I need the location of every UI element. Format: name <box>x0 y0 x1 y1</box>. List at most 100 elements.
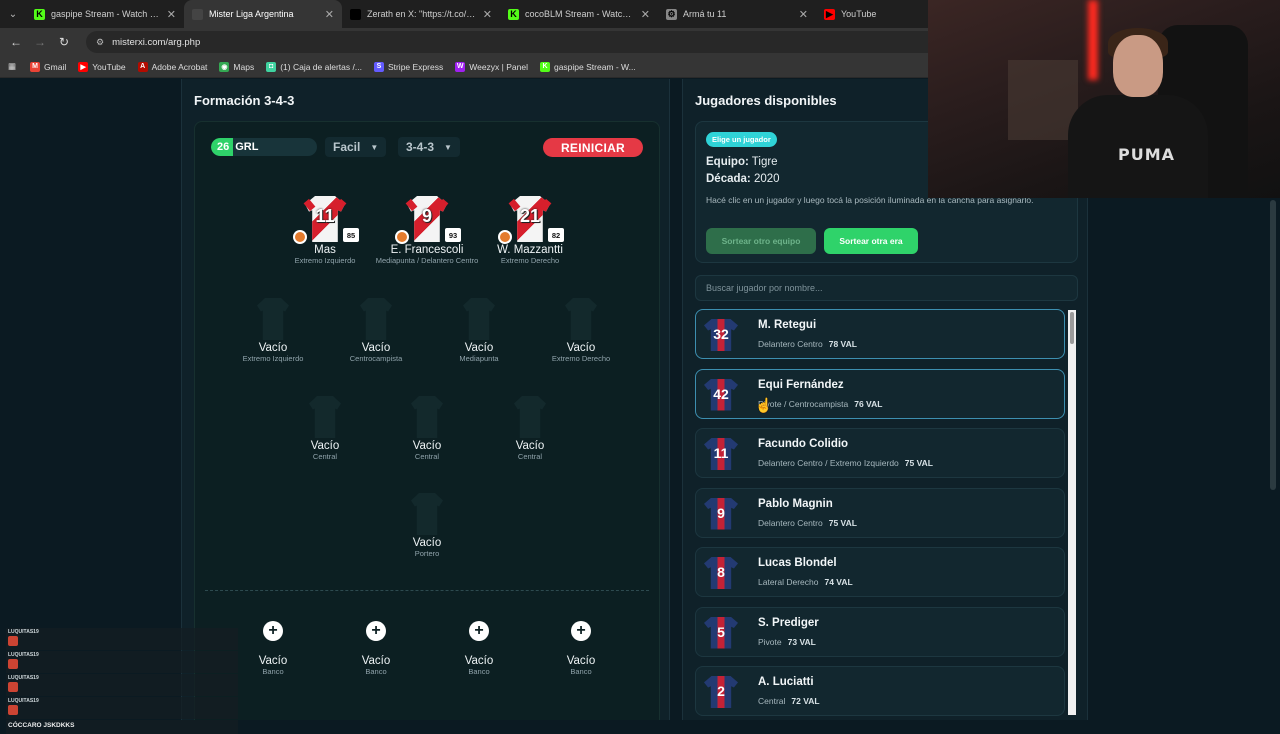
tab-favicon-icon <box>192 8 203 20</box>
pitch-slot[interactable]: Vacío Centrocampista <box>321 298 431 363</box>
difficulty-select[interactable]: Facil ▼ <box>325 137 387 157</box>
forward-icon[interactable]: → <box>28 35 52 49</box>
bench-slot[interactable]: + Vacío Banco <box>526 609 636 676</box>
player-row[interactable]: 2 A. Luciatti Central 72 VAL <box>695 666 1065 716</box>
chat-username: LUQUITAS19 <box>8 698 39 704</box>
bookmark-icon: ▶ <box>78 61 89 72</box>
player-row[interactable]: 5 S. Prediger Pivote 73 VAL <box>695 606 1065 657</box>
apps-icon[interactable]: ▦ <box>8 61 16 72</box>
player-meta: Pivote 73 VAL <box>758 637 816 647</box>
player-row[interactable]: 32 M. Retegui Delantero Centro 78 VAL <box>695 309 1065 359</box>
pitch-slot[interactable]: Vacío Portero <box>372 493 482 558</box>
empty-shirt-icon <box>257 298 289 340</box>
decade-label: Década: <box>706 173 751 185</box>
pitch-slot[interactable]: 9 93 E. Francescoli Mediapunta / Delantero … <box>372 196 482 265</box>
player-name: A. Luciatti <box>758 676 814 688</box>
bookmark-item[interactable]: W Weezyx | Panel <box>455 61 528 72</box>
chat-last-message: CÓCCARO JSKDKKS <box>6 720 238 734</box>
pitch-slot[interactable]: 21 82 W. Mazzantti Extremo Derecho <box>475 196 585 265</box>
reload-icon[interactable]: ↻ <box>52 35 76 49</box>
player-row[interactable]: 8 Lucas Blondel Lateral Derecho 74 VAL <box>695 547 1065 597</box>
player-meta: Delantero Centro 75 VAL <box>758 518 857 528</box>
tab-close-icon[interactable]: ✕ <box>799 8 808 21</box>
slot-name: Vacío <box>464 655 494 667</box>
browser-tab[interactable]: X Zerath en X: "https://t.co/4VGFi ✕ <box>342 0 500 28</box>
player-number: 2 <box>717 683 725 699</box>
difficulty-value: Facil <box>333 140 361 154</box>
pitch-slot[interactable]: 11 85 Mas Extremo Izquierdo <box>270 196 380 265</box>
team-jersey-icon: 32 <box>704 319 738 351</box>
grl-label: GRL <box>235 141 259 153</box>
jersey-icon: 21 82 <box>498 196 564 244</box>
browser-tab[interactable]: KcocoBLM Stream - Watch Live o ✕ <box>500 0 658 28</box>
pitch-slot[interactable]: Vacío Extremo Izquierdo <box>218 298 328 363</box>
player-row[interactable]: 9 Pablo Magnin Delantero Centro 75 VAL <box>695 487 1065 538</box>
pitch-slot[interactable]: Vacío Central <box>372 396 482 461</box>
available-players-title: Jugadores disponibles <box>695 93 837 108</box>
address-bar[interactable]: ⚙ misterxi.com/arg.php <box>86 31 986 53</box>
bookmark-item[interactable]: ◘ (1) Caja de alertas /... <box>266 61 362 72</box>
list-scrollbar[interactable] <box>1068 310 1076 715</box>
slot-name: Vacío <box>412 440 442 452</box>
site-info-icon[interactable]: ⚙ <box>96 37 104 48</box>
tab-close-icon[interactable]: ✕ <box>641 8 650 21</box>
player-position: Central <box>758 696 786 706</box>
team-value: Tigre <box>751 156 778 168</box>
tab-search-icon[interactable]: ⌄ <box>0 0 26 28</box>
bookmark-item[interactable]: M Gmail <box>30 61 66 72</box>
grl-value: 26 <box>211 138 234 156</box>
player-list: 32 M. Retegui Delantero Centro 78 VAL 42 Equi… <box>695 309 1078 720</box>
cam-shirt-logo: PUMA <box>1118 145 1176 164</box>
formation-select[interactable]: 3-4-3 ▼ <box>398 137 460 157</box>
player-value: 75 VAL <box>904 458 933 468</box>
list-scroll-thumb[interactable] <box>1070 312 1074 344</box>
bench-slot[interactable]: + Vacío Banco <box>321 609 431 676</box>
tab-close-icon[interactable]: ✕ <box>325 8 334 21</box>
pitch-slot[interactable]: Vacío Extremo Derecho <box>526 298 636 363</box>
random-era-button[interactable]: Sortear otra era <box>824 228 918 254</box>
reset-button[interactable]: REINICIAR <box>543 138 643 157</box>
player-meta: Delantero Centro / Extremo Izquierdo 75 V… <box>758 458 933 468</box>
browser-tab[interactable]: Mister Liga Argentina ✕ <box>184 0 342 28</box>
pitch-slot[interactable]: Vacío Central <box>270 396 380 461</box>
plus-icon[interactable]: + <box>469 621 489 641</box>
chat-username: LUQUITAS19 <box>8 629 39 635</box>
bookmark-item[interactable]: ◉ Maps <box>219 61 254 72</box>
player-row[interactable]: 11 Facundo Colidio Delantero Centro / Extr… <box>695 428 1065 478</box>
bookmark-label: (1) Caja de alertas /... <box>280 61 362 72</box>
formation-panel: Formación 3-4-3 26 GRL Facil ▼ 3-4-3 ▼ R… <box>181 79 670 720</box>
tab-close-icon[interactable]: ✕ <box>167 8 176 21</box>
bookmark-item[interactable]: A Adobe Acrobat <box>137 61 207 72</box>
page-scrollbar[interactable] <box>1270 200 1276 490</box>
back-icon[interactable]: ← <box>4 35 28 49</box>
player-value: 72 VAL <box>791 696 820 706</box>
bookmark-item[interactable]: Kgaspipe Stream - W... <box>539 61 636 72</box>
plus-icon[interactable]: + <box>366 621 386 641</box>
pitch-slot[interactable]: Vacío Central <box>475 396 585 461</box>
browser-tab[interactable]: Kgaspipe Stream - Watch Live on ✕ <box>26 0 184 28</box>
player-row[interactable]: 42 Equi Fernández Pivote / Centrocampista 7… <box>695 368 1065 419</box>
player-value: 74 VAL <box>824 577 853 587</box>
player-name: S. Prediger <box>758 616 819 629</box>
jersey-icon: 9 93 <box>395 196 461 244</box>
slot-position: Mediapunta <box>459 354 499 363</box>
plus-icon[interactable]: + <box>571 621 591 641</box>
tab-close-icon[interactable]: ✕ <box>483 8 492 21</box>
player-search-input[interactable] <box>695 275 1078 301</box>
bookmark-icon: S <box>373 61 384 72</box>
slot-name: Vacío <box>361 342 391 354</box>
player-number: 8 <box>717 564 725 580</box>
pitch-slot[interactable]: Vacío Mediapunta <box>424 298 534 363</box>
bookmark-item[interactable]: S Stripe Express <box>373 61 443 72</box>
plus-icon[interactable]: + <box>263 621 283 641</box>
slot-position: Banco <box>365 667 387 676</box>
player-name: Lucas Blondel <box>758 557 837 569</box>
player-meta: Delantero Centro 78 VAL <box>758 339 857 349</box>
random-team-button[interactable]: Sortear otro equipo <box>706 228 816 254</box>
browser-tab[interactable]: ⚙ Armá tu 11 ✕ <box>658 0 816 28</box>
emote-icon <box>8 682 18 692</box>
bookmark-label: YouTube <box>92 61 126 72</box>
bench-slot[interactable]: + Vacío Banco <box>424 609 534 676</box>
bookmark-item[interactable]: ▶ YouTube <box>78 61 126 72</box>
slot-position: Central <box>414 452 440 461</box>
